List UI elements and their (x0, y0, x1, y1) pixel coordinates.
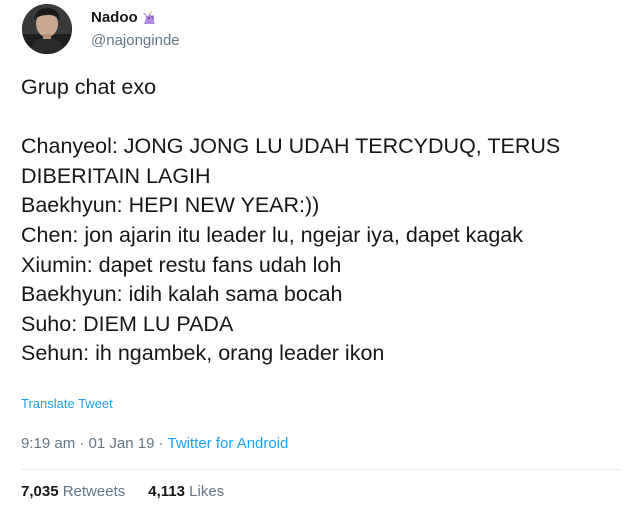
tweet-source-link[interactable]: Twitter for Android (168, 435, 289, 452)
author-handle[interactable]: @najonginde (91, 32, 180, 49)
avatar[interactable] (22, 4, 72, 54)
tweet-stats: 7,035 Retweets 4,113 Likes (21, 483, 224, 500)
tweet-text: Grup chat exo Chanyeol: JONG JONG LU UDA… (21, 73, 621, 369)
tweet-line: Chen: jon ajarin itu leader lu, ngejar i… (21, 222, 523, 247)
retweets-stat[interactable]: 7,035 Retweets (21, 483, 125, 500)
tweet-line: Suho: DIEM LU PADA (21, 311, 234, 336)
author-name-row[interactable]: Nadoo (91, 9, 157, 26)
author-display-name[interactable]: Nadoo (91, 9, 138, 26)
tweet-line: Chanyeol: JONG JONG LU UDAH TERCYDUQ, TE… (21, 134, 561, 159)
tweet-card: Nadoo @najonginde Grup chat exo Chanyeol… (0, 0, 630, 514)
retweets-label: Retweets (62, 483, 126, 500)
likes-stat[interactable]: 4,113 Likes (148, 483, 224, 500)
likes-label: Likes (189, 483, 225, 500)
divider (21, 469, 621, 470)
meta-separator: · (158, 435, 164, 452)
tweet-line: Baekhyun: idih kalah sama bocah (21, 282, 343, 307)
tweet-date[interactable]: 01 Jan 19 (89, 435, 155, 452)
tweet-line: Sehun: ih ngambek, orang leader ikon (21, 341, 385, 366)
unicorn-icon (141, 9, 157, 26)
translate-tweet-link[interactable]: Translate Tweet (21, 396, 113, 411)
retweets-count: 7,035 (21, 483, 59, 500)
likes-count: 4,113 (148, 483, 185, 500)
tweet-time[interactable]: 9:19 am (21, 435, 75, 452)
tweet-line: Grup chat exo (21, 75, 157, 99)
meta-separator: · (79, 435, 85, 452)
tweet-line: Xiumin: dapet restu fans udah loh (21, 252, 342, 277)
tweet-line: DIBERITAIN LAGIH (21, 163, 211, 188)
avatar-photo (22, 4, 72, 54)
tweet-line: Baekhyun: HEPI NEW YEAR:)) (21, 193, 320, 218)
tweet-metadata: 9:19 am · 01 Jan 19 · Twitter for Androi… (21, 435, 288, 452)
